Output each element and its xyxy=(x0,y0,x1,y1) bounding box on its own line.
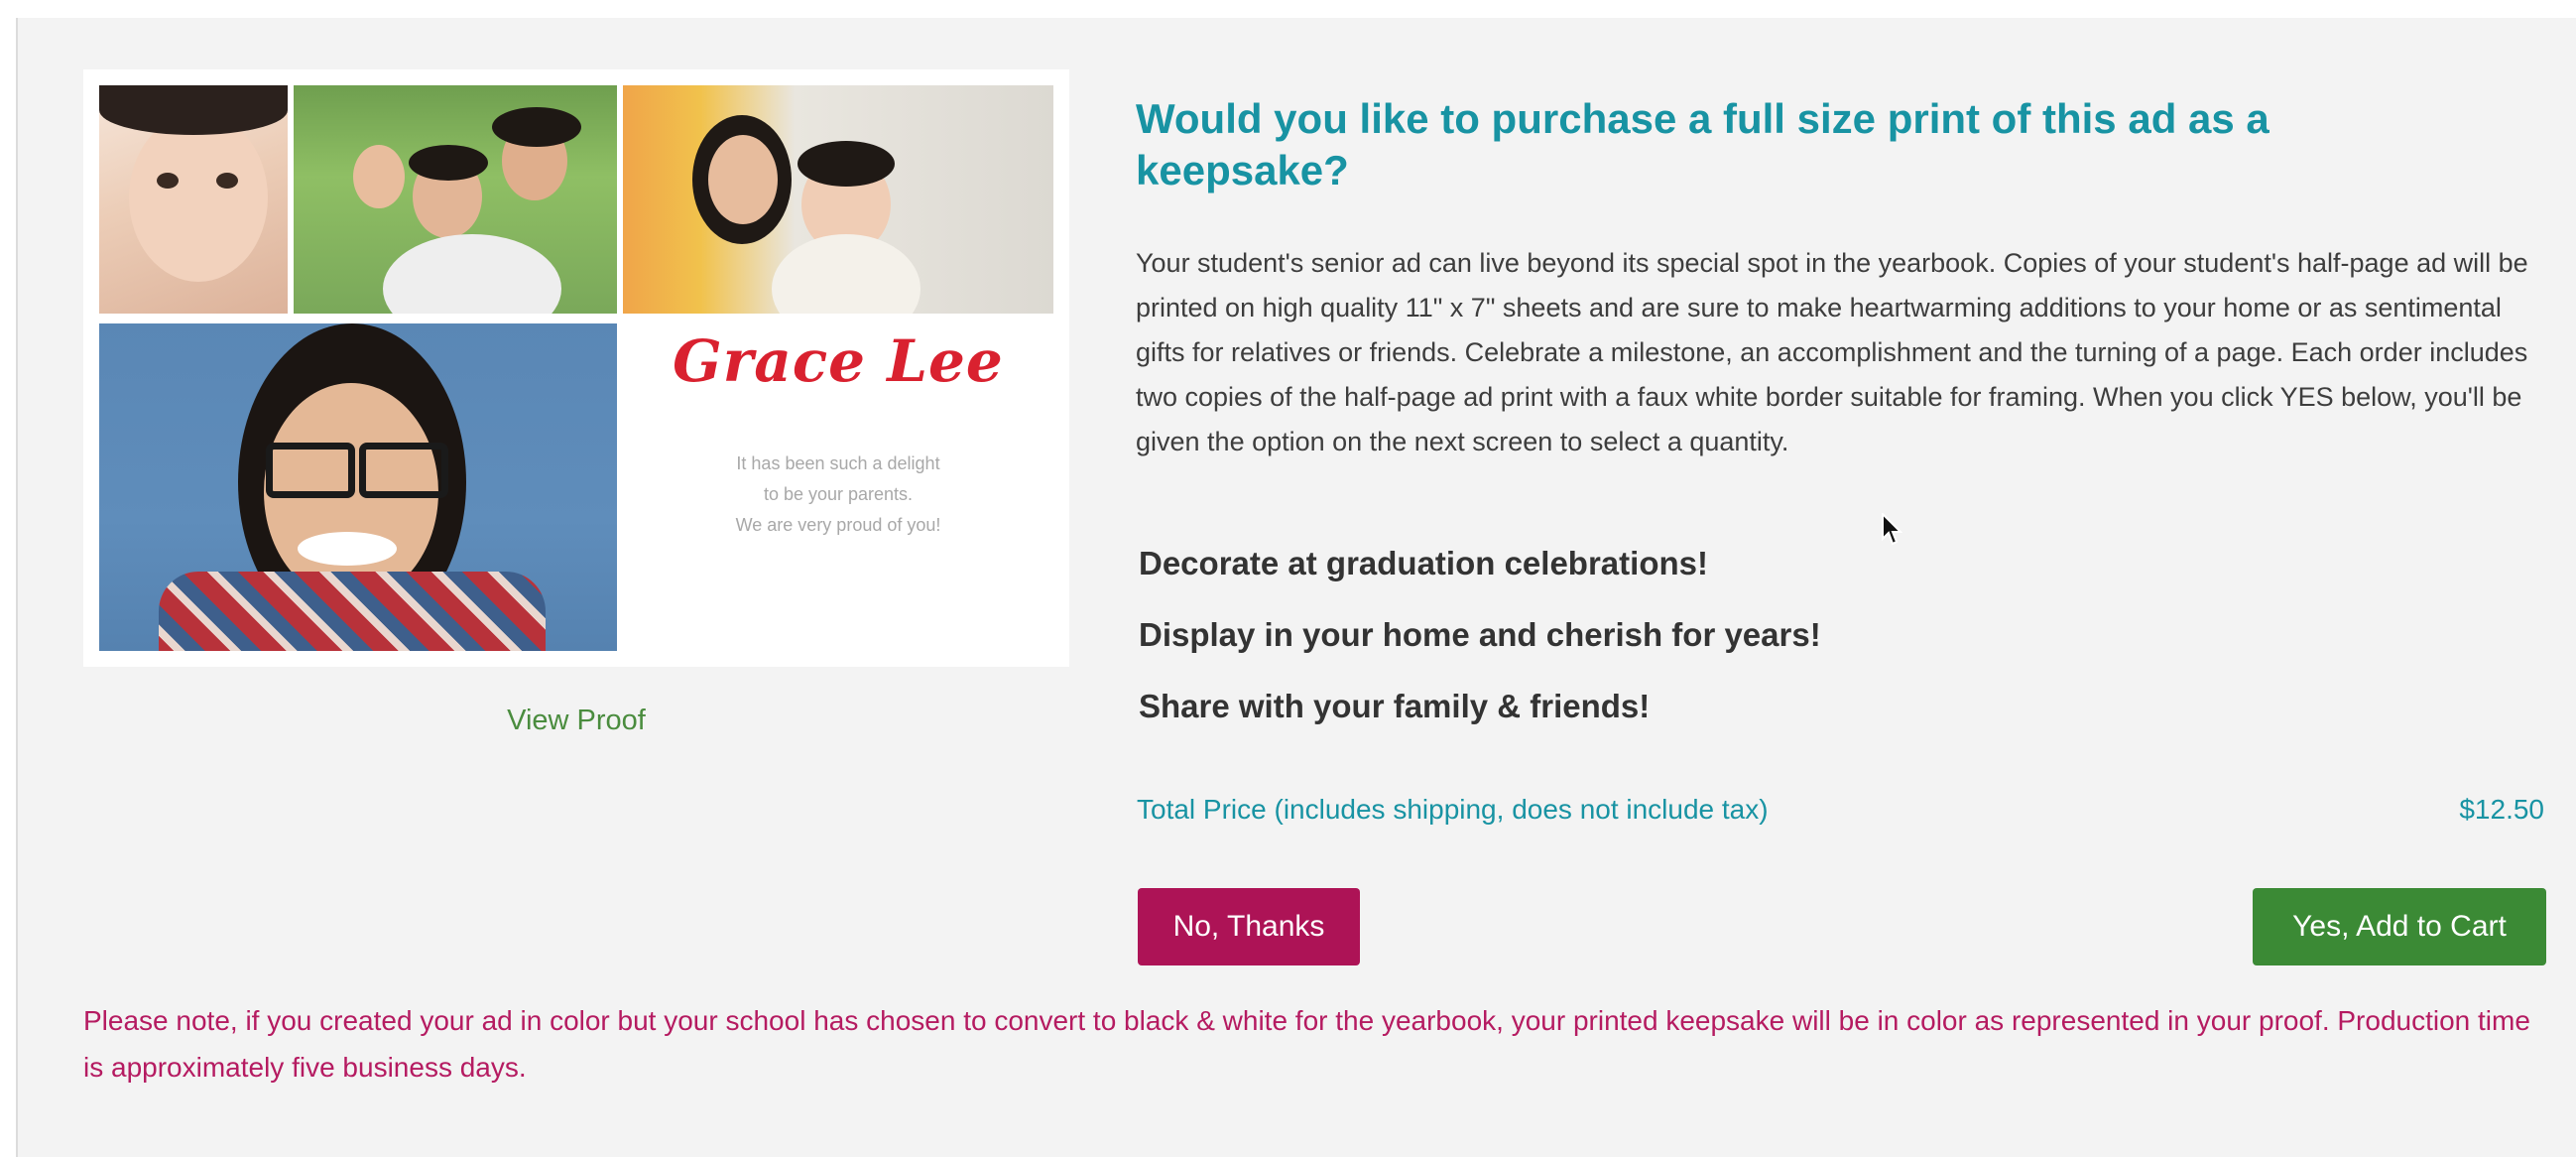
photo-family xyxy=(294,85,617,314)
view-proof-link[interactable]: View Proof xyxy=(83,705,1069,737)
proof-student-name: Grace Lee xyxy=(673,327,1004,395)
ad-proof-preview: Grace Lee It has been such a delight to … xyxy=(83,69,1069,667)
proof-message-line: We are very proud of you! xyxy=(735,515,941,535)
photo-mother-and-baby xyxy=(623,85,1053,314)
proof-message-line: to be your parents. xyxy=(763,484,914,504)
add-to-cart-button[interactable]: Yes, Add to Cart xyxy=(2253,888,2546,965)
photo-student-portrait xyxy=(99,323,617,651)
offer-title: Would you like to purchase a full size p… xyxy=(1136,95,2269,193)
offer-description: Your student's senior ad can live beyond… xyxy=(1136,248,2528,456)
mouse-cursor-icon xyxy=(1882,513,1902,546)
proof-message: It has been such a delight to be your pa… xyxy=(623,449,1053,541)
feature-item: Share with your family & friends! xyxy=(1139,688,1651,724)
production-note: Please note, if you created your ad in c… xyxy=(83,1005,2530,1083)
photo-baby xyxy=(99,85,288,314)
proof-message-line: It has been such a delight xyxy=(736,453,940,473)
no-thanks-button[interactable]: No, Thanks xyxy=(1138,888,1360,965)
total-price-value: $12.50 xyxy=(2459,794,2544,825)
feature-item: Display in your home and cherish for yea… xyxy=(1139,616,1821,653)
total-price-label: Total Price (includes shipping, does not… xyxy=(1137,794,1769,825)
feature-item: Decorate at graduation celebrations! xyxy=(1139,545,1708,581)
